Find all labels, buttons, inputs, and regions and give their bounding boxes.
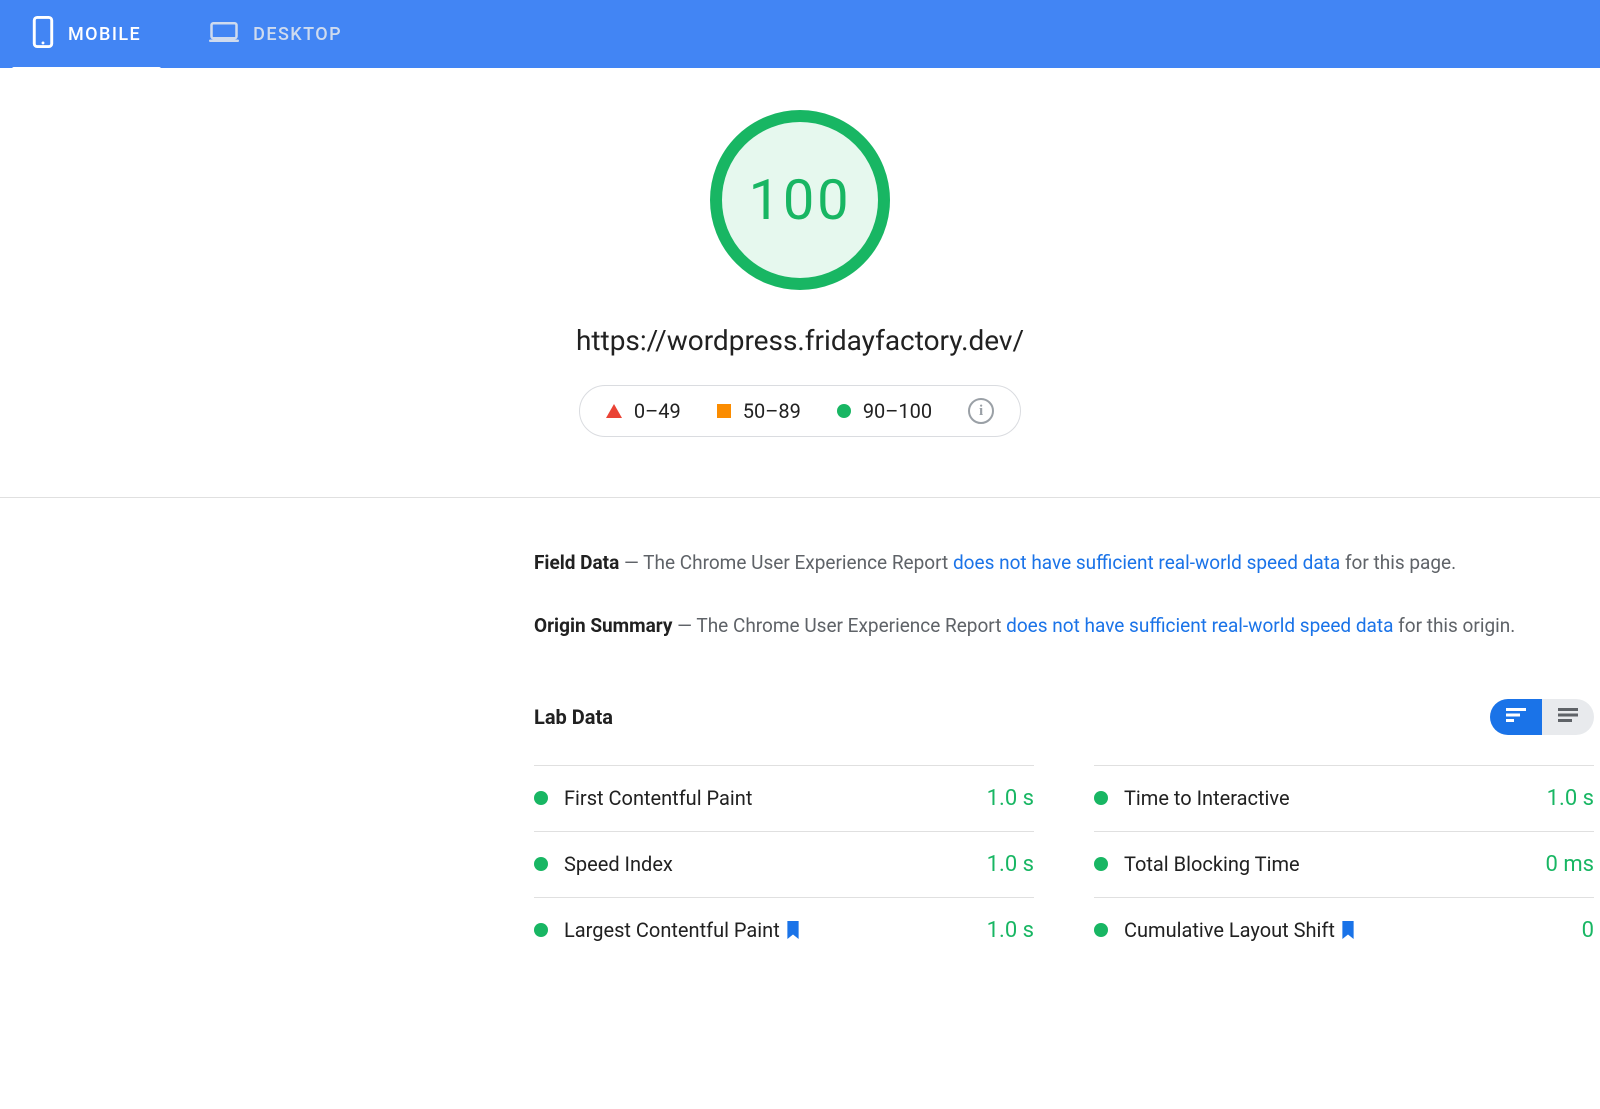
metric-si-name: Speed Index: [564, 852, 673, 876]
legend-poor: 0–49: [606, 399, 681, 423]
view-expanded-button[interactable]: [1490, 699, 1542, 735]
origin-summary-title: Origin Summary: [534, 614, 672, 637]
tab-mobile-label: MOBILE: [68, 24, 141, 45]
tested-url: https://wordpress.fridayfactory.dev/: [576, 324, 1024, 357]
metric-lcp-name: Largest Contentful Paint: [564, 918, 780, 942]
origin-summary-paragraph: Origin Summary — The Chrome User Experie…: [534, 611, 1594, 640]
metric-lcp-value: 1.0 s: [987, 918, 1034, 943]
view-compact-button[interactable]: [1542, 699, 1594, 735]
field-data-title: Field Data: [534, 551, 619, 574]
lab-data-title: Lab Data: [534, 705, 613, 729]
status-dot-icon: [1094, 923, 1108, 937]
view-toggle: [1490, 699, 1594, 735]
status-dot-icon: [534, 923, 548, 937]
legend-average-label: 50–89: [743, 399, 801, 423]
triangle-icon: [606, 404, 622, 418]
metric-fcp[interactable]: First Contentful Paint 1.0 s: [534, 765, 1034, 831]
square-icon: [717, 404, 731, 418]
metric-tbt[interactable]: Total Blocking Time 0 ms: [1094, 831, 1594, 897]
compact-list-icon: [1558, 707, 1578, 726]
bookmark-icon: [786, 921, 800, 939]
legend-average: 50–89: [717, 399, 801, 423]
tab-desktop-label: DESKTOP: [253, 24, 342, 45]
status-dot-icon: [534, 857, 548, 871]
status-dot-icon: [534, 791, 548, 805]
metric-tti[interactable]: Time to Interactive 1.0 s: [1094, 765, 1594, 831]
legend-good-label: 90–100: [863, 399, 932, 423]
origin-summary-suffix: for this origin.: [1393, 614, 1515, 637]
metric-cls-value: 0: [1582, 918, 1594, 943]
metric-fcp-value: 1.0 s: [987, 786, 1034, 811]
metric-si[interactable]: Speed Index 1.0 s: [534, 831, 1034, 897]
field-data-suffix: for this page.: [1340, 551, 1456, 574]
origin-summary-prefix: — The Chrome User Experience Report: [672, 614, 1006, 637]
metric-cls[interactable]: Cumulative Layout Shift 0: [1094, 897, 1594, 963]
score-gauge: 100: [710, 110, 890, 290]
metric-tti-value: 1.0 s: [1547, 786, 1594, 811]
tabs-bar: MOBILE DESKTOP: [0, 0, 1600, 68]
info-icon[interactable]: i: [968, 398, 994, 424]
origin-summary-link[interactable]: does not have sufficient real-world spee…: [1006, 614, 1393, 637]
field-data-paragraph: Field Data — The Chrome User Experience …: [534, 548, 1594, 577]
metric-si-value: 1.0 s: [987, 852, 1034, 877]
status-dot-icon: [1094, 857, 1108, 871]
mobile-icon: [32, 16, 54, 53]
circle-icon: [837, 404, 851, 418]
metric-tbt-value: 0 ms: [1546, 852, 1594, 877]
legend-good: 90–100: [837, 399, 932, 423]
field-data-prefix: — The Chrome User Experience Report: [619, 551, 953, 574]
lab-data-header: Lab Data: [534, 699, 1594, 735]
score-value: 100: [749, 167, 852, 233]
field-data-link[interactable]: does not have sufficient real-world spee…: [953, 551, 1340, 574]
legend-poor-label: 0–49: [634, 399, 681, 423]
metric-tbt-name: Total Blocking Time: [1124, 852, 1300, 876]
bookmark-icon: [1341, 921, 1355, 939]
status-dot-icon: [1094, 791, 1108, 805]
report-body: Field Data — The Chrome User Experience …: [534, 498, 1594, 1003]
score-section: 100 https://wordpress.fridayfactory.dev/…: [0, 68, 1600, 498]
metric-cls-name: Cumulative Layout Shift: [1124, 918, 1335, 942]
metric-tti-name: Time to Interactive: [1124, 786, 1290, 810]
tab-mobile[interactable]: MOBILE: [20, 0, 153, 68]
tab-desktop[interactable]: DESKTOP: [197, 0, 354, 68]
desktop-icon: [209, 20, 239, 49]
list-icon: [1506, 707, 1526, 726]
metric-fcp-name: First Contentful Paint: [564, 786, 752, 810]
lab-metrics-grid: First Contentful Paint 1.0 s Speed Index…: [534, 765, 1594, 963]
score-legend: 0–49 50–89 90–100 i: [579, 385, 1021, 437]
metric-lcp[interactable]: Largest Contentful Paint 1.0 s: [534, 897, 1034, 963]
